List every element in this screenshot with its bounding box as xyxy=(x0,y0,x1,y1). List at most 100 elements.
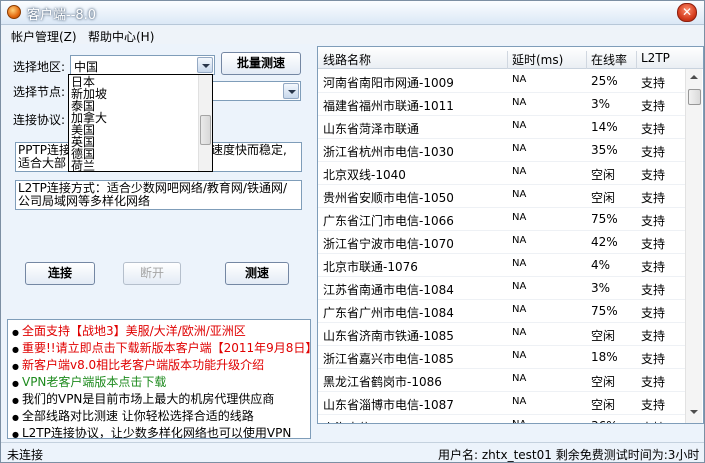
table-row[interactable]: 广东省江门市电信-1066 NA 75% 支持 xyxy=(318,208,686,231)
server-list-header: 线路名称 延时(ms) 在线率 L2TP xyxy=(318,47,703,69)
node-label: 选择节点: xyxy=(13,85,66,99)
l2tp-support: 支持 xyxy=(641,306,666,320)
news-item[interactable]: ● VPN老客户端版本点击下载 xyxy=(12,373,166,390)
online-rate: 空闲 xyxy=(591,398,616,412)
chevron-down-icon[interactable] xyxy=(283,83,299,99)
server-name: 浙江省杭州市电信-1030 xyxy=(323,145,454,159)
table-row[interactable]: 北京双线-1040 NA 空闲 支持 xyxy=(318,162,686,185)
scroll-down-icon[interactable] xyxy=(687,405,701,420)
l2tp-support: 支持 xyxy=(641,76,666,90)
online-rate: 空闲 xyxy=(591,191,616,205)
chevron-down-icon[interactable] xyxy=(197,57,213,73)
scroll-up-icon[interactable] xyxy=(687,70,701,85)
l2tp-support: 支持 xyxy=(641,122,666,136)
menu-help[interactable]: 帮助中心(H) xyxy=(88,28,154,45)
table-row[interactable]: 黑龙江省鹤岗市-1086 NA 空闲 支持 xyxy=(318,369,686,392)
column-header-online[interactable]: 在线率 xyxy=(591,51,627,68)
scroll-thumb[interactable] xyxy=(688,89,701,105)
news-item[interactable]: ● L2TP连接协议，让少数多样化网络也可以使用VPN xyxy=(12,424,291,438)
dropdown-scrollbar[interactable] xyxy=(198,75,212,171)
latency-value: NA xyxy=(512,373,527,384)
online-rate: 空闲 xyxy=(591,329,616,343)
news-item[interactable]: ● 新客户端v8.0相比老客户端版本功能升级介绍 xyxy=(12,356,264,373)
latency-value: NA xyxy=(512,120,527,131)
online-rate: 18% xyxy=(591,350,618,364)
latency-value: NA xyxy=(512,327,527,338)
server-name: 浙江省嘉兴市电信-1085 xyxy=(323,352,454,366)
news-text[interactable]: 新客户端v8.0相比老客户端版本功能升级介绍 xyxy=(22,358,264,372)
l2tp-support: 支持 xyxy=(641,191,666,205)
close-button[interactable]: ✕ xyxy=(677,3,697,22)
pptp-text-line2: 适合大部 xyxy=(18,156,67,170)
table-row[interactable]: 广东省广州市电信-1084 NA 75% 支持 xyxy=(318,300,686,323)
online-rate: 36% xyxy=(591,419,618,423)
latency-value: NA xyxy=(512,396,527,407)
region-option[interactable]: 荷兰 xyxy=(71,160,95,172)
latency-value: NA xyxy=(512,281,527,292)
table-row[interactable]: 福建省福州市联通-1011 NA 3% 支持 xyxy=(318,93,686,116)
news-text[interactable]: 全面支持【战地3】美服/大洋/欧洲/亚洲区 xyxy=(22,324,246,338)
l2tp-support: 支持 xyxy=(641,145,666,159)
server-name: 山东省淄博市电信-1087 xyxy=(323,398,454,412)
l2tp-support: 支持 xyxy=(641,329,666,343)
latency-value: NA xyxy=(512,235,527,246)
disconnect-button[interactable]: 断开 xyxy=(123,262,181,285)
column-header-name[interactable]: 线路名称 xyxy=(323,51,371,68)
online-rate: 35% xyxy=(591,143,618,157)
table-row[interactable]: 浙江省嘉兴市电信-1085 NA 18% 支持 xyxy=(318,346,686,369)
server-name: 北京双线-1040 xyxy=(323,168,406,182)
table-row[interactable]: 山东省济南市铁通-1085 NA 空闲 支持 xyxy=(318,323,686,346)
table-row[interactable]: 山东省淄博市电信-1087 NA 空闲 支持 xyxy=(318,392,686,415)
latency-value: NA xyxy=(512,419,526,423)
news-item[interactable]: ● 全面支持【战地3】美服/大洋/欧洲/亚洲区 xyxy=(12,322,246,339)
latency-value: NA xyxy=(512,350,527,361)
server-name: 山东省济南市铁通-1085 xyxy=(323,329,454,343)
region-dropdown-list[interactable]: 日本 新加坡 泰国 加拿大 美国 英国 德国 荷兰 xyxy=(68,74,213,172)
l2tp-support: 支持 xyxy=(641,419,665,423)
news-text[interactable]: 我们的VPN是目前市场上最大的机房代理供应商 xyxy=(22,392,274,406)
batch-test-button[interactable]: 批量测速 xyxy=(221,52,301,75)
table-row[interactable]: 贵州省安顺市电信-1050 NA 空闲 支持 xyxy=(318,185,686,208)
table-row[interactable]: 山东省菏泽市联通 NA 14% 支持 xyxy=(318,116,686,139)
online-rate: 14% xyxy=(591,120,618,134)
server-name: 贵州省安顺市电信-1050 xyxy=(323,191,454,205)
title-bar[interactable]: 客户端--8.0 ✕ xyxy=(1,1,704,25)
table-row[interactable]: 浙江省杭州市电信-1030 NA 35% 支持 xyxy=(318,139,686,162)
server-name: 江苏省南通市电信-1084 xyxy=(323,283,454,297)
latency-value: NA xyxy=(512,189,527,200)
news-text[interactable]: 全部线路对比测速 让你轻松选择合适的线路 xyxy=(22,409,254,423)
server-list-scrollbar[interactable] xyxy=(685,69,702,423)
server-name: 河南省南阳市网通-1009 xyxy=(323,76,454,90)
connect-button[interactable]: 连接 xyxy=(25,262,95,285)
speed-test-button[interactable]: 测速 xyxy=(225,262,289,285)
table-row[interactable]: 浙江省宁波市电信-1070 NA 42% 支持 xyxy=(318,231,686,254)
l2tp-description: L2TP连接方式：适合少数网吧网络/教育网/铁通网/公司局域网等多样化网络 xyxy=(15,180,302,210)
news-text[interactable]: 重要!!请立即点击下载新版本客户端【2011年9月8日】 xyxy=(22,341,310,355)
l2tp-support: 支持 xyxy=(641,398,666,412)
column-header-latency[interactable]: 延时(ms) xyxy=(512,51,563,68)
server-name: 山东省菏泽市联通 xyxy=(323,122,420,136)
table-row[interactable]: 北京市联通-1076 NA 4% 支持 xyxy=(318,254,686,277)
news-text[interactable]: L2TP连接协议，让少数多样化网络也可以使用VPN xyxy=(22,426,291,438)
server-name: 黑龙江省鹤岗市-1086 xyxy=(323,375,442,389)
app-logo-icon xyxy=(7,5,21,19)
l2tp-support: 支持 xyxy=(641,168,666,182)
connection-status: 未连接 xyxy=(7,448,44,462)
region-select[interactable]: 中国 xyxy=(70,55,215,75)
news-item[interactable]: ● 全部线路对比测速 让你轻松选择合适的线路 xyxy=(12,407,254,424)
dropdown-scroll-thumb[interactable] xyxy=(200,115,211,145)
news-item[interactable]: ● 重要!!请立即点击下载新版本客户端【2011年9月8日】 xyxy=(12,339,310,356)
news-item[interactable]: ● 我们的VPN是目前市场上最大的机房代理供应商 xyxy=(12,390,274,407)
table-row[interactable]: 河南省南阳市网通-1009 NA 25% 支持 xyxy=(318,70,686,93)
column-header-l2tp[interactable]: L2TP xyxy=(641,51,670,65)
main-window: 客户端--8.0 ✕ 帐户管理(Z) 帮助中心(H) 选择地区: 中国 批量测速… xyxy=(0,0,705,463)
table-row[interactable]: 上海电信-1088 NA 36% 支持 xyxy=(318,415,686,423)
news-text[interactable]: VPN老客户端版本点击下载 xyxy=(22,375,166,389)
server-name: 福建省福州市联通-1011 xyxy=(323,99,454,113)
table-row[interactable]: 江苏省南通市电信-1084 NA 3% 支持 xyxy=(318,277,686,300)
menu-bar: 帐户管理(Z) 帮助中心(H) xyxy=(1,26,704,44)
menu-account[interactable]: 帐户管理(Z) xyxy=(11,28,77,45)
online-rate: 空闲 xyxy=(591,168,616,182)
online-rate: 75% xyxy=(591,304,618,318)
user-info: 用户名: zhtx_test01 剩余免费测试时间为:3小时 xyxy=(438,448,700,462)
